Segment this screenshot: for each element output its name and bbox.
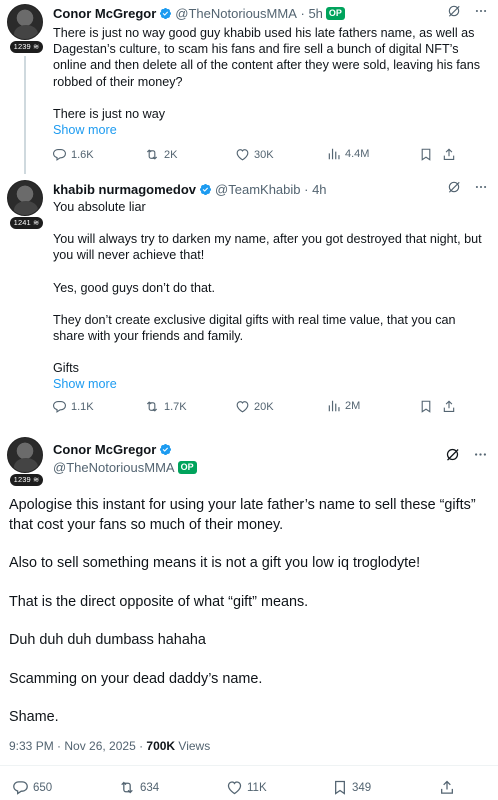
tweet-paragraph: Also to sell something means it is not a… xyxy=(9,555,421,571)
bookmark-icon xyxy=(335,780,345,795)
verified-badge-icon xyxy=(160,443,172,456)
author-name[interactable]: Conor McGregor xyxy=(53,442,156,457)
share-button[interactable] xyxy=(439,779,455,796)
avatar-container: 1239 ≋ xyxy=(7,437,43,486)
repost-button[interactable]: 634 xyxy=(118,779,159,796)
action-bar: 650 634 11K 349 xyxy=(12,779,482,797)
rank-badge: 1239 ≋ xyxy=(10,474,43,486)
reply-button[interactable]: 650 xyxy=(12,779,52,796)
tweet-paragraph: Duh duh duh dumbass hahaha xyxy=(9,632,206,648)
header-icons xyxy=(445,447,488,462)
share-icon xyxy=(441,780,453,794)
reply-count: 650 xyxy=(33,781,53,794)
tweet-paragraph: That is the direct opposite of what “gif… xyxy=(9,593,309,610)
tweet-timestamp[interactable]: 9:33 PM · Nov 26, 2025 · xyxy=(9,739,146,753)
repost-count: 634 xyxy=(140,781,160,794)
divider xyxy=(0,765,498,766)
tweet-meta: 9:33 PM · Nov 26, 2025 · 700K Views xyxy=(9,739,210,753)
op-badge: OP xyxy=(177,461,197,474)
more-icon[interactable] xyxy=(473,447,488,462)
tweet-paragraph: Scamming on your dead daddy’s name. xyxy=(9,670,263,687)
bookmark-count: 349 xyxy=(352,781,372,794)
tweet-body: Apologise this instant for using your la… xyxy=(9,496,489,728)
like-button[interactable]: 11K xyxy=(226,779,267,796)
views-label: Views xyxy=(175,739,211,753)
tweet-3-focused: 1239 ≋ Conor McGregor @TheNotoriousMMA O… xyxy=(0,0,498,800)
like-count: 11K xyxy=(247,781,267,794)
tweet-header: Conor McGregor @TheNotoriousMMA OP xyxy=(53,442,197,475)
tweet-paragraph: Shame. xyxy=(9,709,59,725)
views-total: 700K xyxy=(146,739,176,753)
author-handle[interactable]: @TheNotoriousMMA xyxy=(53,460,175,475)
grok-icon[interactable] xyxy=(445,447,460,462)
repost-icon xyxy=(121,781,133,794)
tweet-paragraph: Apologise this instant for using your la… xyxy=(9,497,476,533)
bookmark-button[interactable]: 349 xyxy=(332,779,371,796)
avatar[interactable] xyxy=(7,437,43,473)
heart-icon xyxy=(227,781,242,795)
reply-icon xyxy=(13,781,28,795)
